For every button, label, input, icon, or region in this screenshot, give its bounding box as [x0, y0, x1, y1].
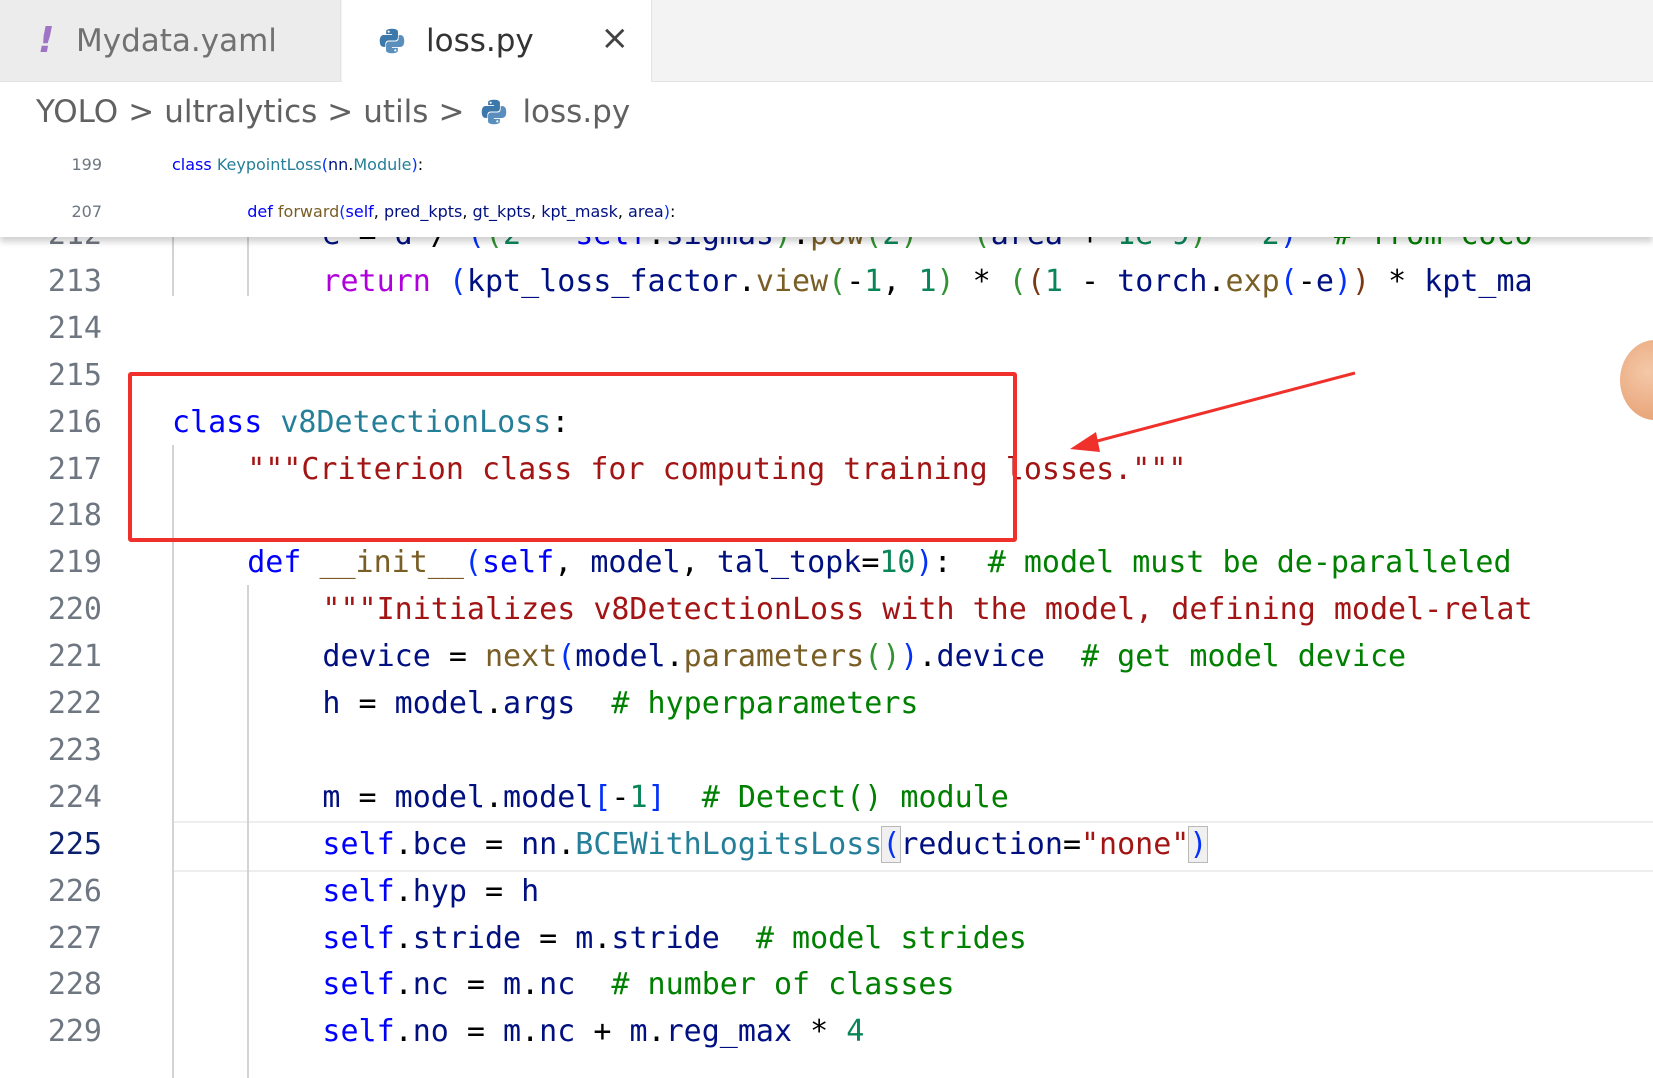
annotation-arrow-icon: [1070, 371, 1356, 452]
